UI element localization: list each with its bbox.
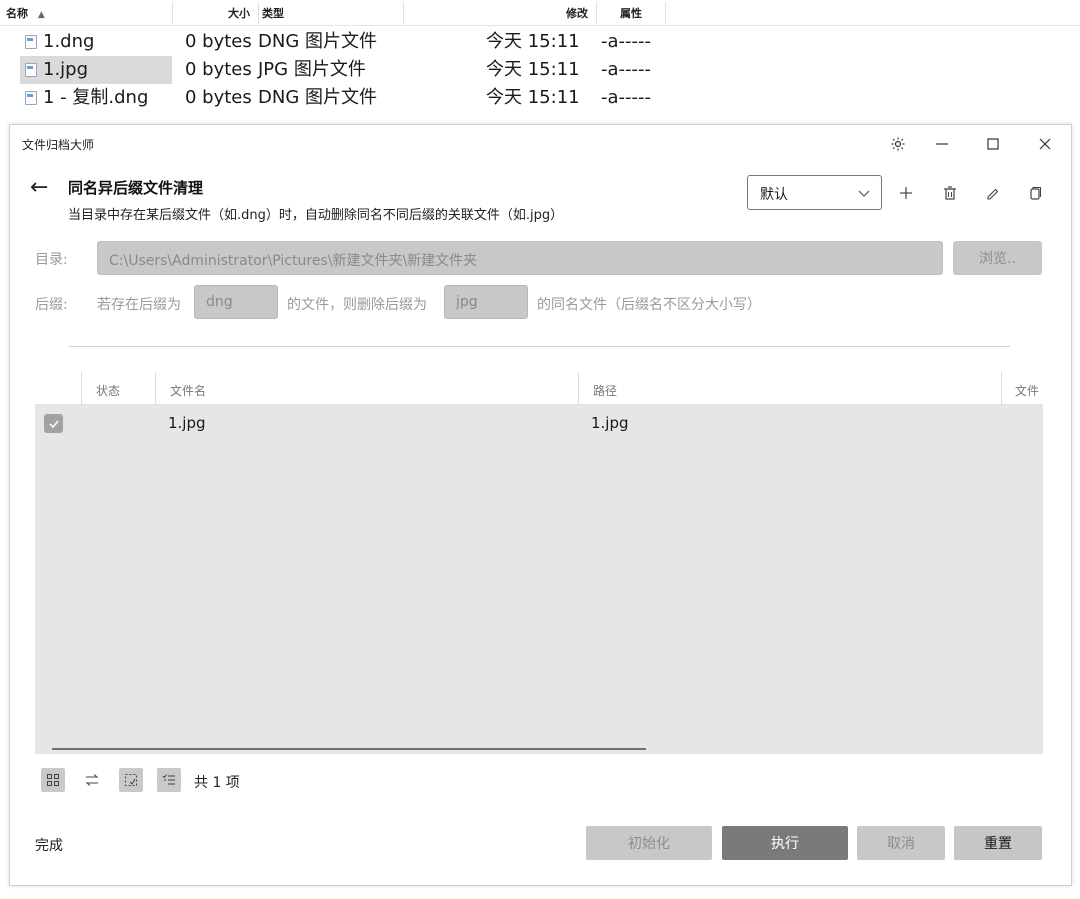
path-column-header[interactable]: 路径 <box>593 382 617 399</box>
deselect-button[interactable] <box>119 768 143 792</box>
file-name: 1 - 复制.dng <box>43 87 149 108</box>
item-count: 共 1 项 <box>194 775 240 791</box>
minimize-button[interactable] <box>922 129 962 159</box>
explorer-column-header: 名称 ▲ 大小 类型 修改 属性 <box>0 0 1080 26</box>
suffix-text-3: 的同名文件（后缀名不区分大小写） <box>537 297 761 313</box>
close-button[interactable] <box>1025 129 1065 159</box>
reset-button[interactable]: 重置 <box>954 826 1042 860</box>
column-modified-header[interactable]: 修改 <box>566 0 588 26</box>
copy-icon <box>1030 187 1041 200</box>
column-name-header[interactable]: 名称 ▲ <box>6 0 45 26</box>
delete-suffix-input[interactable]: jpg <box>444 285 528 319</box>
results-table: 状态 文件名 路径 文件 1.jpg 1.jpg <box>35 372 1043 754</box>
maximize-icon <box>987 138 999 150</box>
explorer-file-row[interactable]: 1.jpg 0 bytes JPG 图片文件 今天 15:11 -a----- <box>0 56 700 84</box>
preset-dropdown[interactable]: 默认 <box>747 175 882 210</box>
select-all-button[interactable] <box>41 768 65 792</box>
sun-icon <box>891 137 905 151</box>
directory-input[interactable]: C:\Users\Administrator\Pictures\新建文件夹\新建… <box>97 241 943 275</box>
row-path: 1.jpg <box>591 414 629 432</box>
keep-suffix-value: dng <box>206 294 233 310</box>
file-attributes: -a----- <box>601 31 652 52</box>
file-type: DNG 图片文件 <box>258 31 377 52</box>
filename-column-header[interactable]: 文件名 <box>170 382 206 399</box>
app-window: 文件归档大师 ← 同名异后缀文件清理 当目录中存在某后缀文件（如.dng）时，自… <box>9 124 1072 886</box>
directory-label: 目录: <box>35 252 68 268</box>
explorer-file-list: 名称 ▲ 大小 类型 修改 属性 1.dng 0 bytes DNG 图片文件 … <box>0 0 1080 122</box>
edit-preset-button[interactable] <box>980 181 1004 205</box>
file-size: 0 bytes <box>185 87 252 108</box>
page-title: 同名异后缀文件清理 <box>68 179 204 197</box>
swap-arrows-icon <box>85 774 99 786</box>
pencil-icon <box>987 188 999 200</box>
directory-value: C:\Users\Administrator\Pictures\新建文件夹\新建… <box>109 253 478 269</box>
file-size: 0 bytes <box>185 31 252 52</box>
page-subtitle: 当目录中存在某后缀文件（如.dng）时，自动删除同名不同后缀的关联文件（如.jp… <box>68 208 564 223</box>
column-name-label: 名称 <box>6 7 28 20</box>
sort-ascending-icon: ▲ <box>37 10 45 20</box>
suffix-label: 后缀: <box>35 297 68 313</box>
file-modified: 今天 15:11 <box>486 31 580 52</box>
file-attributes: -a----- <box>601 87 652 108</box>
file-icon <box>25 63 37 77</box>
extra-column-header[interactable]: 文件 <box>1015 382 1039 399</box>
delete-suffix-value: jpg <box>456 294 478 310</box>
column-type-header[interactable]: 类型 <box>262 0 284 26</box>
close-icon <box>1039 138 1051 150</box>
trash-icon <box>944 186 956 200</box>
minimize-icon <box>936 143 948 145</box>
keep-suffix-input[interactable]: dng <box>194 285 278 319</box>
file-modified: 今天 15:11 <box>486 59 580 80</box>
suffix-text-1: 若存在后缀为 <box>97 297 181 313</box>
explorer-file-row[interactable]: 1 - 复制.dng 0 bytes DNG 图片文件 今天 15:11 -a-… <box>0 84 700 112</box>
file-icon <box>25 91 37 105</box>
divider <box>69 346 1010 347</box>
row-checkbox[interactable] <box>44 414 63 433</box>
file-name: 1.dng <box>43 31 95 52</box>
execute-button[interactable]: 执行 <box>722 826 848 860</box>
table-header: 状态 文件名 路径 文件 <box>35 372 1043 405</box>
select-list-button[interactable] <box>157 768 181 792</box>
column-attributes-header[interactable]: 属性 <box>620 0 642 26</box>
checkmark-icon <box>48 420 59 428</box>
back-arrow-icon[interactable]: ← <box>30 175 48 200</box>
explorer-file-row[interactable]: 1.dng 0 bytes DNG 图片文件 今天 15:11 -a----- <box>0 28 700 56</box>
status-column-header[interactable]: 状态 <box>96 382 120 399</box>
chevron-down-icon <box>858 190 870 197</box>
file-icon <box>25 35 37 49</box>
file-type: JPG 图片文件 <box>258 59 366 80</box>
copy-preset-button[interactable] <box>1023 181 1047 205</box>
preset-value: 默认 <box>760 187 788 203</box>
invert-selection-button[interactable] <box>80 768 104 792</box>
add-preset-button[interactable] <box>894 181 918 205</box>
plus-icon <box>900 187 912 199</box>
select-all-icon <box>47 774 59 786</box>
file-size: 0 bytes <box>185 59 252 80</box>
cancel-button[interactable]: 取消 <box>857 826 945 860</box>
delete-preset-button[interactable] <box>938 181 962 205</box>
window-title: 文件归档大师 <box>22 138 95 152</box>
init-button[interactable]: 初始化 <box>586 826 712 860</box>
file-name: 1.jpg <box>43 59 89 80</box>
checklist-icon <box>162 774 175 785</box>
file-type: DNG 图片文件 <box>258 87 377 108</box>
browse-button[interactable]: 浏览.. <box>953 241 1042 275</box>
table-row[interactable]: 1.jpg 1.jpg <box>35 406 1043 440</box>
column-size-header[interactable]: 大小 <box>228 0 250 26</box>
status-text: 完成 <box>35 838 63 854</box>
row-filename: 1.jpg <box>168 414 206 432</box>
maximize-button[interactable] <box>973 129 1013 159</box>
file-modified: 今天 15:11 <box>486 87 580 108</box>
deselect-icon <box>125 774 137 786</box>
file-attributes: -a----- <box>601 59 652 80</box>
theme-toggle-button[interactable] <box>878 129 918 159</box>
suffix-text-2: 的文件，则删除后缀为 <box>287 297 427 313</box>
horizontal-scrollbar[interactable] <box>52 748 646 750</box>
